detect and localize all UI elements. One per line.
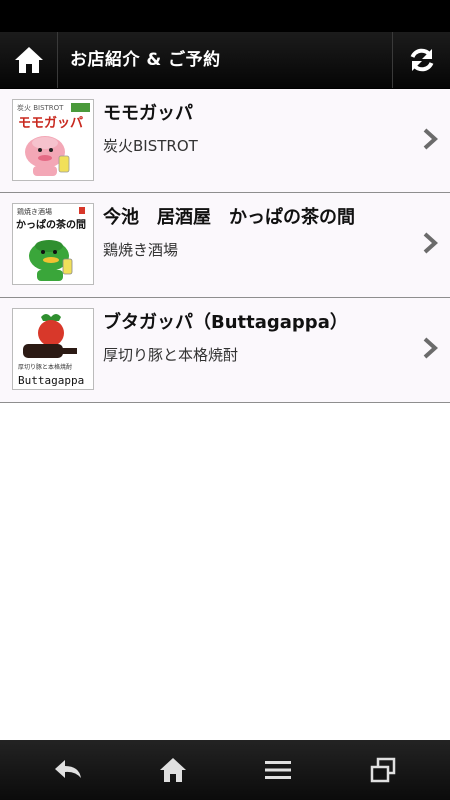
home-button[interactable] xyxy=(0,32,58,88)
thumb-caption: 鶏焼き酒場 xyxy=(17,207,52,216)
shop-name: 今池 居酒屋 かっぱの茶の間 xyxy=(103,207,355,228)
shop-name: ブタガッパ（Buttagappa） xyxy=(103,312,348,333)
home-icon xyxy=(160,758,186,782)
chevron-right-icon xyxy=(423,232,438,254)
thumb-logo-text: モモガッパ xyxy=(18,116,83,131)
chevron-right-icon xyxy=(423,128,438,150)
shop-thumbnail: 厚切り豚と本格焼酎 Buttagappa xyxy=(12,308,94,390)
refresh-icon xyxy=(410,48,433,72)
recent-apps-button[interactable] xyxy=(327,740,439,800)
thumb-caption: 厚切り豚と本格焼酎 xyxy=(18,363,72,371)
buttagappa-logo: 厚切り豚と本格焼酎 Buttagappa xyxy=(13,309,93,389)
shop-name: モモガッパ xyxy=(103,103,193,124)
system-nav-bar xyxy=(0,740,450,800)
thumb-logo-text: かっぱの茶の間 xyxy=(16,218,86,231)
menu-button[interactable] xyxy=(222,740,334,800)
shop-thumbnail: 炭火 BISTROT モモガッパ xyxy=(12,99,94,181)
kappa-no-chanoma-logo: 鶏焼き酒場 かっぱの茶の間 xyxy=(13,204,93,284)
shop-list: 炭火 BISTROT モモガッパ モモガッパ 炭火BISTROT 鶏焼き酒場 か… xyxy=(0,89,450,403)
shop-subtitle: 鶏焼き酒場 xyxy=(103,241,179,259)
status-bar xyxy=(0,0,450,32)
title-bar: お店紹介 & ご予約 xyxy=(0,32,450,89)
shop-thumbnail: 鶏焼き酒場 かっぱの茶の間 xyxy=(12,203,94,285)
momogappa-logo: 炭火 BISTROT モモガッパ xyxy=(13,100,93,180)
recent-apps-icon xyxy=(370,757,396,783)
thumb-logo-text: Buttagappa xyxy=(18,374,84,387)
back-icon xyxy=(55,760,81,778)
home-icon xyxy=(14,47,43,73)
shop-item-momogappa[interactable]: 炭火 BISTROT モモガッパ モモガッパ 炭火BISTROT xyxy=(0,89,450,193)
chevron-right-icon xyxy=(423,337,438,359)
page-title: お店紹介 & ご予約 xyxy=(70,50,221,70)
nav-home-button[interactable] xyxy=(117,740,229,800)
menu-icon xyxy=(265,761,291,779)
shop-subtitle: 厚切り豚と本格焼酎 xyxy=(103,346,239,364)
shop-item-kappa-no-chanoma[interactable]: 鶏焼き酒場 かっぱの茶の間 今池 居酒屋 かっぱの茶の間 鶏焼き酒場 xyxy=(0,193,450,298)
back-button[interactable] xyxy=(12,740,124,800)
thumb-caption: 炭火 BISTROT xyxy=(17,104,64,112)
shop-subtitle: 炭火BISTROT xyxy=(103,137,198,155)
refresh-button[interactable] xyxy=(392,32,450,88)
shop-item-buttagappa[interactable]: 厚切り豚と本格焼酎 Buttagappa ブタガッパ（Buttagappa） 厚… xyxy=(0,298,450,403)
